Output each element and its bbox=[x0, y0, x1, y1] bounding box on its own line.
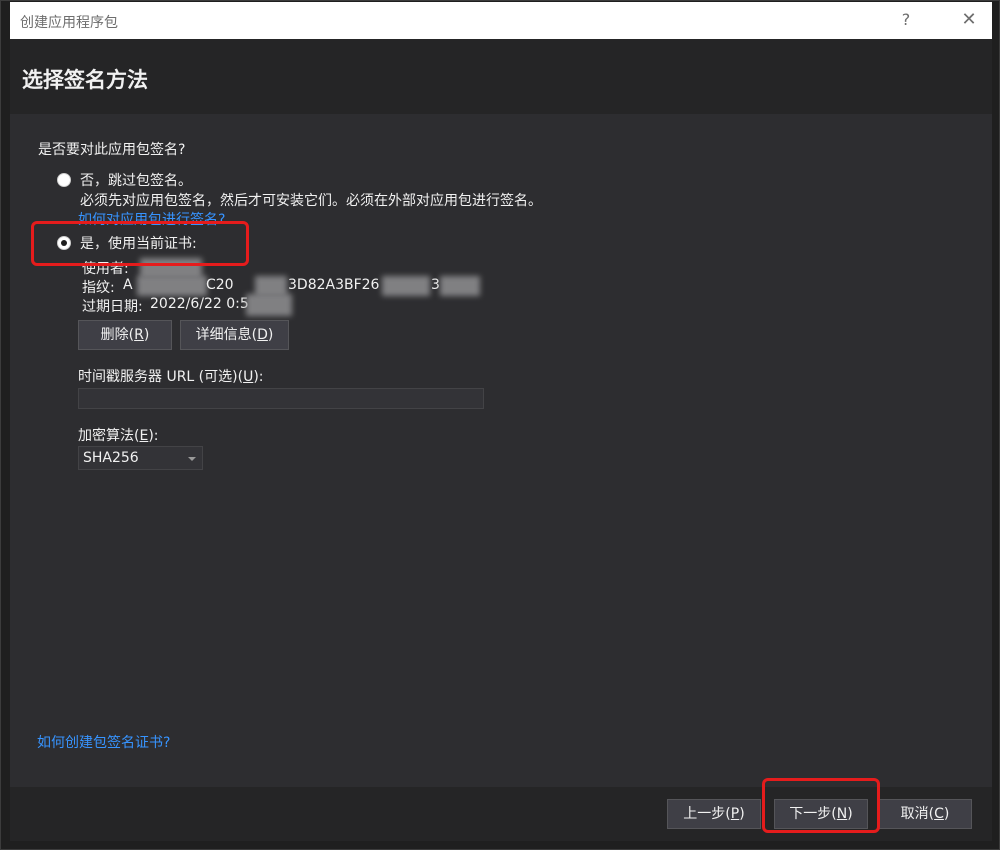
delete-certificate-button[interactable]: 删除(R) bbox=[78, 320, 172, 350]
main-content: 是否要对此应用包签名? 否，跳过包签名。 必须先对应用包签名，然后才可安装它们。… bbox=[10, 114, 992, 787]
redacted-thumbprint-1 bbox=[137, 276, 207, 296]
certificate-expiration-label: 过期日期: bbox=[82, 299, 143, 315]
dialog-footer: 上一步(P) 下一步(N) 取消(C) bbox=[10, 787, 992, 841]
window-title: 创建应用程序包 bbox=[20, 15, 118, 31]
create-app-package-dialog: 创建应用程序包 ? ✕ 选择签名方法 是否要对此应用包签名? 否，跳过包签名。 … bbox=[0, 0, 1000, 850]
page-header: 选择签名方法 bbox=[10, 39, 992, 114]
radio-use-current-certificate[interactable] bbox=[57, 236, 71, 250]
certificate-details-button[interactable]: 详细信息(D) bbox=[180, 320, 289, 350]
encryption-algorithm-select[interactable]: SHA256 bbox=[78, 446, 203, 470]
redacted-thumbprint-2 bbox=[255, 276, 287, 296]
thumbprint-fragment-1: A bbox=[123, 277, 133, 293]
sign-question: 是否要对此应用包签名? bbox=[38, 142, 186, 158]
close-icon[interactable]: ✕ bbox=[952, 6, 986, 34]
cancel-button[interactable]: 取消(C) bbox=[878, 799, 972, 829]
title-bar: 创建应用程序包 ? ✕ bbox=[10, 2, 992, 39]
radio-skip-signing[interactable] bbox=[57, 173, 71, 187]
thumbprint-fragment-4: 3 bbox=[431, 277, 440, 293]
timestamp-url-label: 时间戳服务器 URL (可选)(U): bbox=[78, 369, 264, 385]
timestamp-url-input[interactable] bbox=[78, 388, 484, 409]
redacted-thumbprint-3 bbox=[382, 276, 430, 296]
redacted-issued-to bbox=[140, 258, 202, 278]
next-button[interactable]: 下一步(N) bbox=[774, 799, 868, 829]
certificate-expiration-value: 2022/6/22 0:5 bbox=[150, 296, 249, 312]
certificate-thumbprint-label: 指纹: bbox=[82, 280, 115, 296]
help-icon[interactable]: ? bbox=[893, 6, 919, 34]
encryption-algorithm-value: SHA256 bbox=[83, 450, 139, 466]
how-to-sign-link[interactable]: 如何对应用包进行签名? bbox=[78, 209, 225, 229]
encryption-algorithm-label: 加密算法(E): bbox=[78, 428, 159, 444]
option-skip-signing-label[interactable]: 否，跳过包签名。 bbox=[80, 170, 192, 190]
previous-button[interactable]: 上一步(P) bbox=[667, 799, 761, 829]
skip-signing-description: 必须先对应用包签名，然后才可安装它们。必须在外部对应用包进行签名。 bbox=[80, 193, 542, 209]
thumbprint-fragment-2: C20 bbox=[206, 277, 234, 293]
certificate-issued-to-label: 使用者: bbox=[82, 261, 129, 277]
chevron-down-icon bbox=[188, 457, 196, 461]
redacted-expiration bbox=[246, 294, 292, 316]
thumbprint-fragment-3: 3D82A3BF26 bbox=[288, 277, 380, 293]
redacted-thumbprint-4 bbox=[440, 276, 480, 296]
page-title: 选择签名方法 bbox=[22, 68, 148, 92]
option-use-current-certificate-label[interactable]: 是，使用当前证书: bbox=[80, 233, 197, 253]
how-to-create-certificate-link[interactable]: 如何创建包签名证书? bbox=[37, 732, 170, 752]
